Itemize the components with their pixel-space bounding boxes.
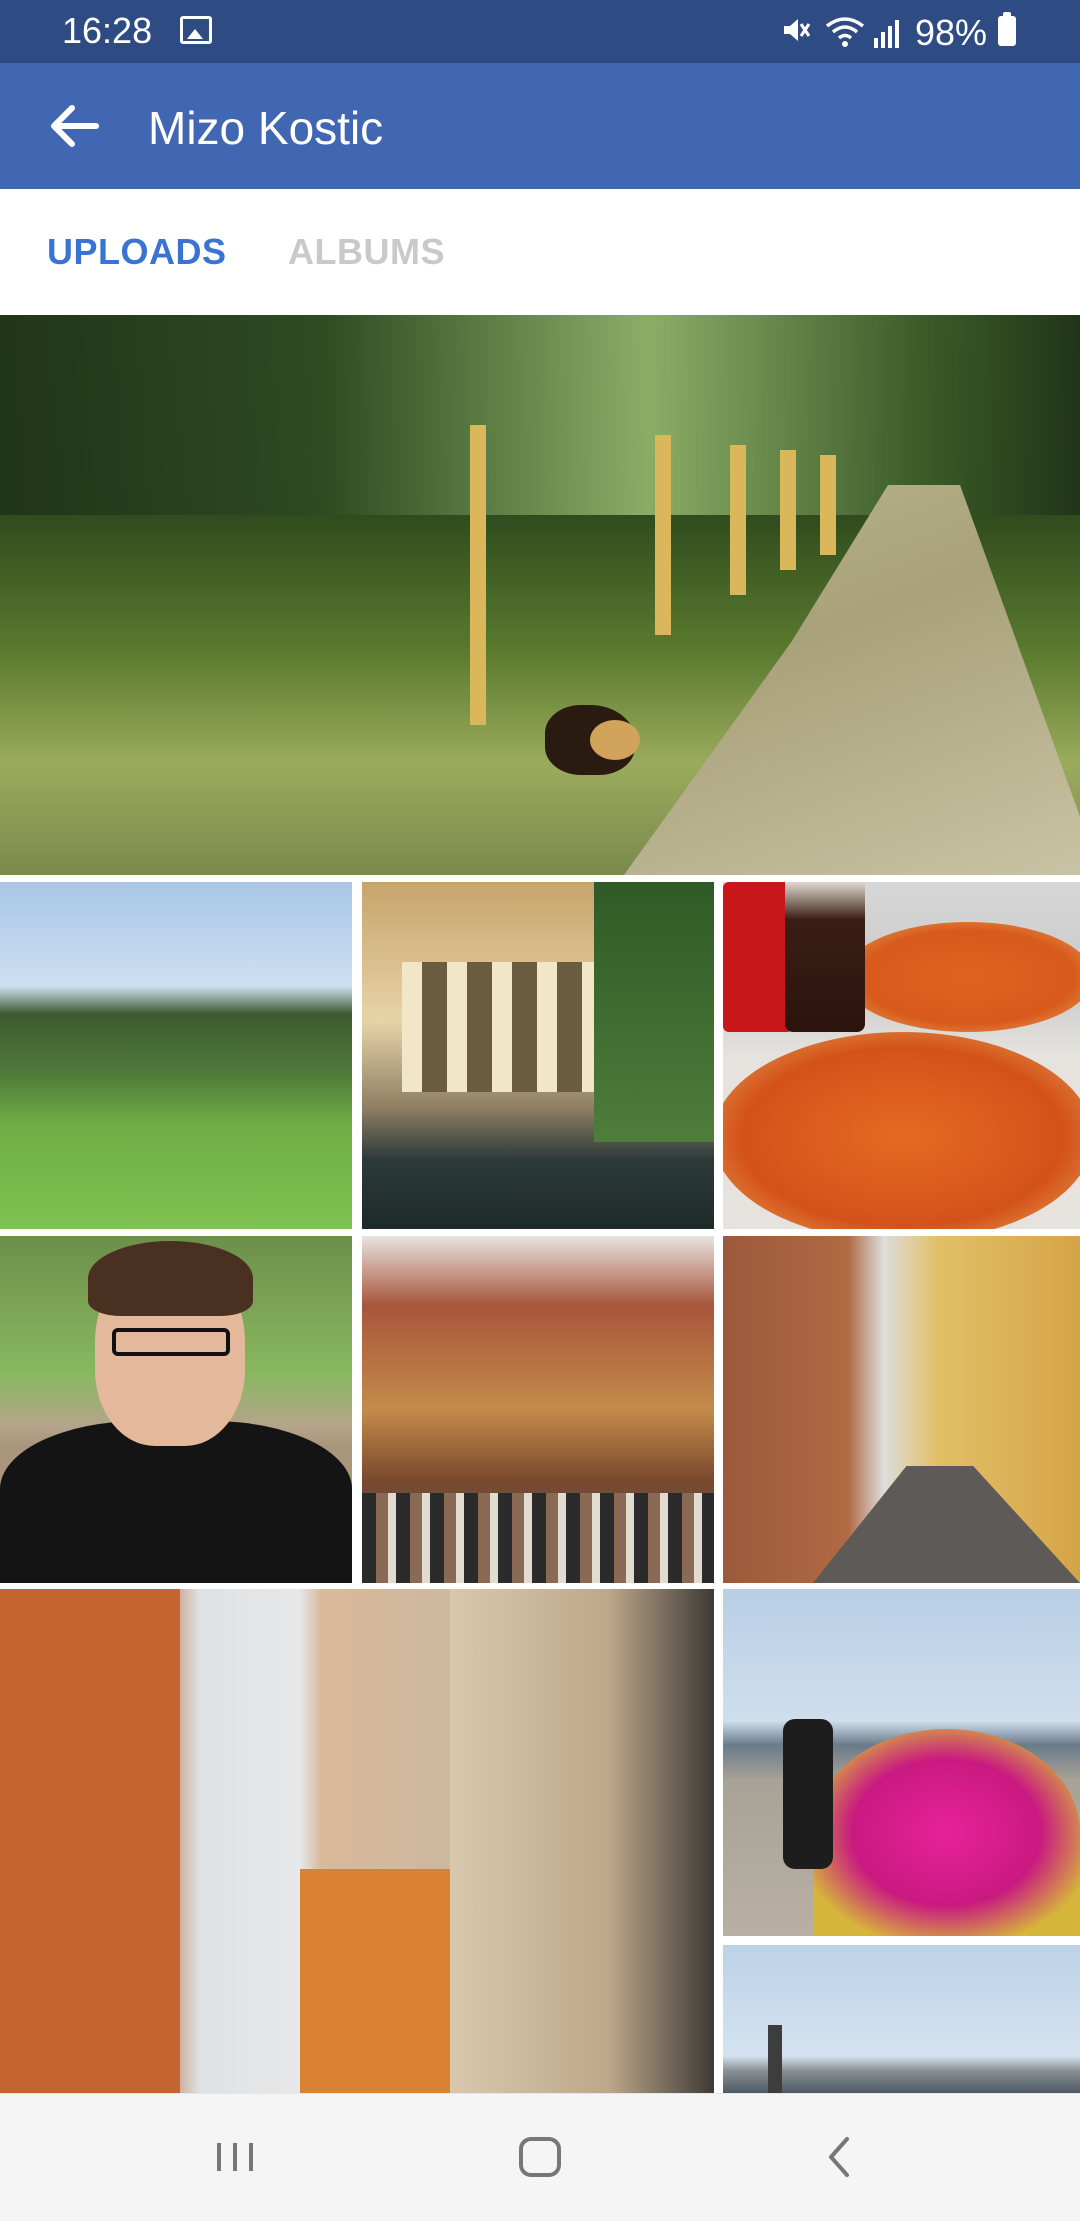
tab-uploads[interactable]: UPLOADS [47, 231, 227, 273]
tab-albums[interactable]: ALBUMS [288, 231, 445, 273]
system-back-button[interactable] [805, 2127, 875, 2187]
photo-thumbnail[interactable] [723, 1236, 1080, 1583]
photo-thumbnail[interactable] [0, 882, 352, 1229]
home-button[interactable] [505, 2127, 575, 2187]
battery-percentage: 98% [915, 12, 988, 53]
system-nav-bar [0, 2093, 1080, 2221]
photo-grid [0, 315, 1080, 2093]
photo-thumbnail[interactable] [362, 882, 714, 1229]
app-bar: Mizo Kostic [0, 63, 1080, 189]
back-button[interactable] [40, 91, 110, 161]
tab-bar: UPLOADS ALBUMS [0, 189, 1080, 315]
photo-thumbnail[interactable] [723, 1945, 1080, 2093]
mute-icon [784, 19, 811, 41]
photo-thumbnail[interactable] [0, 1589, 714, 2093]
home-icon [519, 2137, 561, 2177]
photo-thumbnail[interactable] [723, 882, 1080, 1229]
photo-thumbnail[interactable] [723, 1589, 1080, 1936]
photo-thumbnail[interactable] [362, 1236, 714, 1583]
page-title: Mizo Kostic [148, 102, 384, 154]
recents-icon [217, 2143, 253, 2171]
chevron-left-icon [829, 2137, 849, 2177]
signal-icon [874, 20, 899, 48]
status-time: 16:28 [62, 10, 153, 51]
wifi-icon [825, 17, 865, 47]
battery-icon [998, 12, 1016, 46]
photo-thumbnail[interactable] [0, 315, 1080, 875]
photo-thumbnail[interactable] [0, 1236, 352, 1583]
status-bar: 16:28 98% [0, 0, 1080, 63]
status-icons: 98% [780, 12, 1016, 53]
recents-button[interactable] [200, 2127, 270, 2187]
image-notification-icon [180, 16, 212, 44]
back-arrow-icon [51, 105, 99, 147]
